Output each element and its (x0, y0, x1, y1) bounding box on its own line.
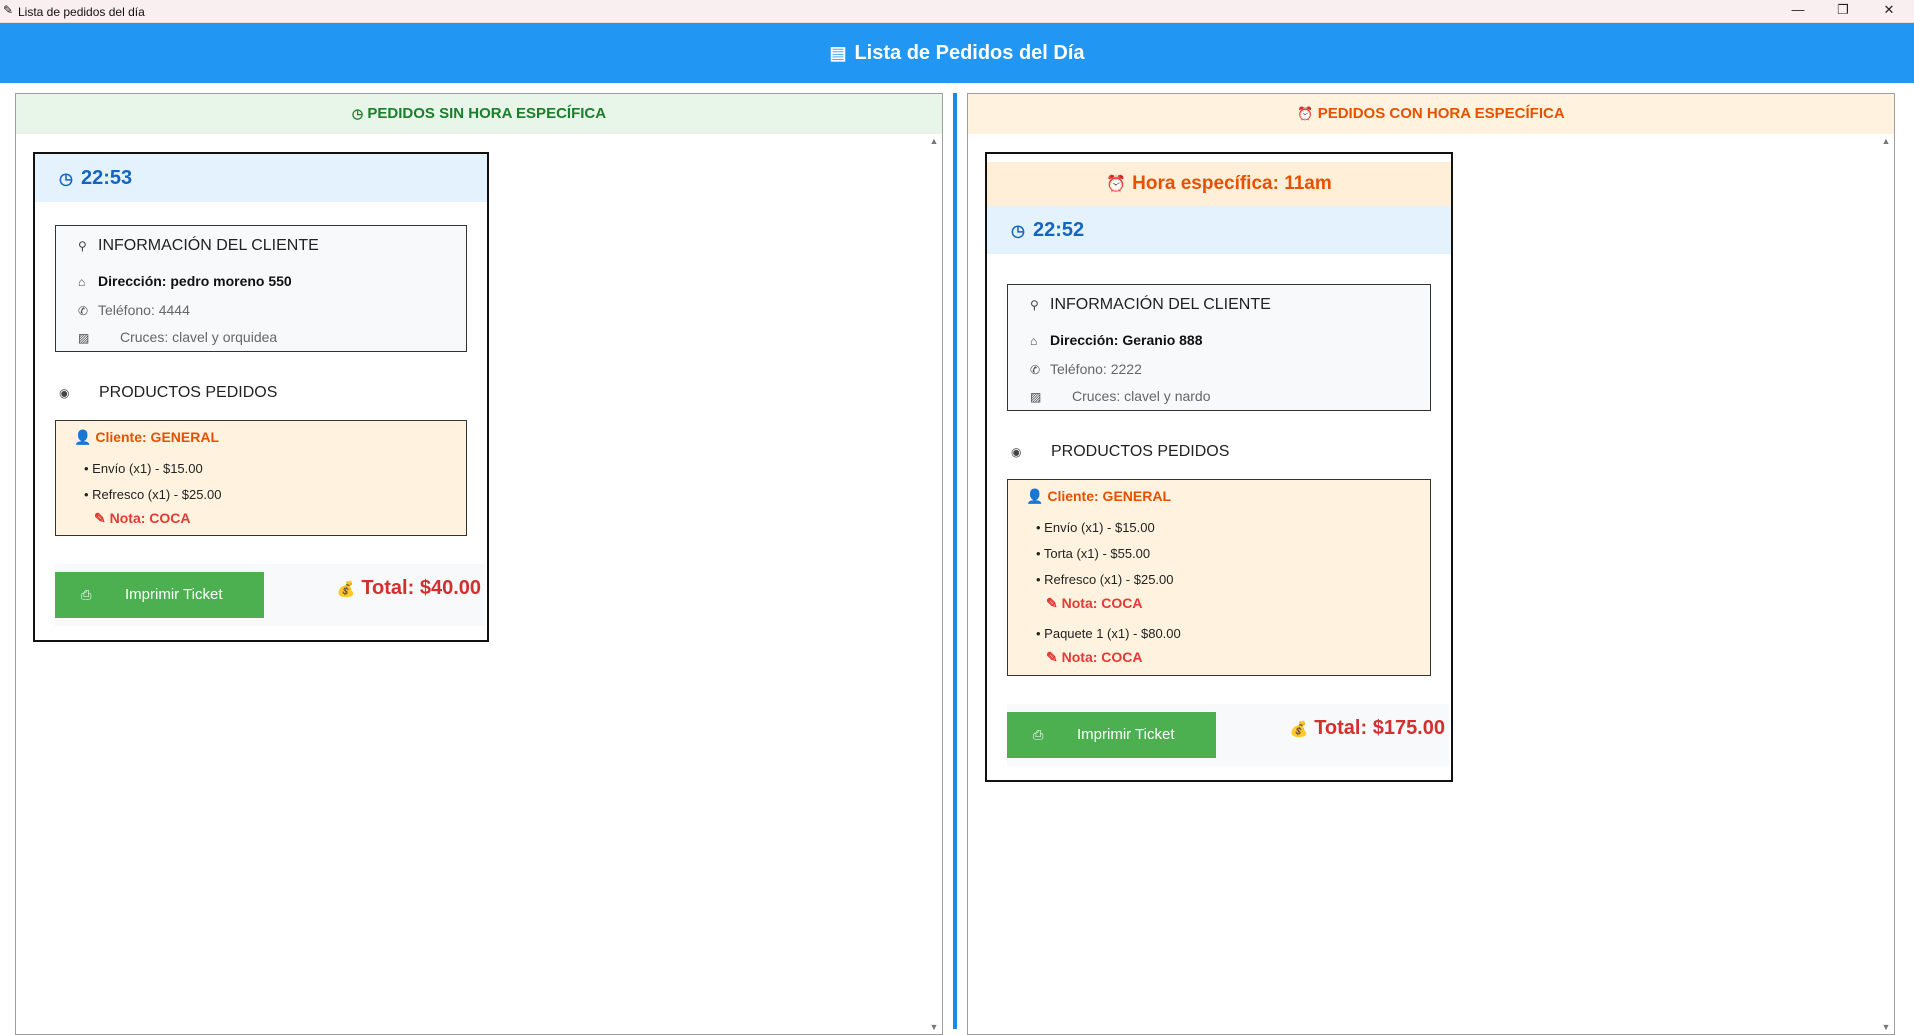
panel-title-sin-hora: PEDIDOS SIN HORA ESPECÍFICA (367, 105, 607, 122)
printer-icon: ⎙ (1033, 727, 1044, 742)
user-icon: 👤 (1026, 488, 1044, 504)
specific-time: Hora específica: 11am (1132, 173, 1332, 194)
client-cruces: Cruces: clavel y nardo (1072, 388, 1211, 404)
order-footer: ⎙ Imprimir Ticket 💰 Total: $40.00 (55, 564, 485, 626)
window-title: Lista de pedidos del día (18, 5, 145, 19)
products-title: PRODUCTOS PEDIDOS (99, 384, 278, 401)
print-ticket-label: Imprimir Ticket (125, 586, 223, 603)
note-icon: ✎ (1046, 649, 1058, 665)
clock-icon: ◷ (351, 106, 364, 121)
panel-con-hora: ⏰ PEDIDOS CON HORA ESPECÍFICA ▲ ▼ ⏰ Hora … (967, 93, 1895, 1035)
product-note: Nota: COCA (109, 510, 191, 526)
minimize-button[interactable]: — (1775, 0, 1821, 22)
note-icon: ✎ (94, 510, 106, 526)
products-box: 👤 Cliente: GENERAL • Envío (x1) - $15.00… (55, 420, 467, 536)
pin-icon: ⚲ (78, 239, 87, 253)
map-icon: ▨ (78, 331, 90, 345)
panel-header-sin-hora: ◷ PEDIDOS SIN HORA ESPECÍFICA (16, 94, 942, 134)
products-client: Cliente: GENERAL (95, 429, 220, 445)
print-ticket-button[interactable]: ⎙ Imprimir Ticket (55, 572, 264, 618)
order-time-row: ◷ 22:52 (987, 206, 1451, 254)
pin-icon: ⚲ (1030, 298, 1039, 312)
clock-icon: ◷ (59, 171, 73, 188)
order-time: 22:52 (1032, 219, 1085, 241)
client-phone: Teléfono: 4444 (98, 302, 190, 318)
scroll-down-arrow-icon[interactable]: ▼ (926, 1020, 942, 1034)
client-phone: Teléfono: 2222 (1050, 361, 1142, 377)
product-item: • Envío (x1) - $15.00 (1036, 520, 1155, 535)
order-total: 💰 Total: $175.00 (1290, 717, 1446, 740)
clock-icon: ◷ (1011, 223, 1025, 240)
map-icon: ▨ (1030, 390, 1042, 404)
alarm-icon: ⏰ (1297, 106, 1314, 121)
money-bag-icon: 💰 (1289, 721, 1309, 738)
client-info-box: ⚲ INFORMACIÓN DEL CLIENTE ⌂ Dirección: ped… (55, 225, 467, 352)
window-titlebar: ✎ Lista de pedidos del día — ❐ ✕ (0, 0, 1914, 23)
product-item: • Refresco (x1) - $25.00 (1036, 572, 1174, 587)
specific-time-row: ⏰ Hora específica: 11am (987, 162, 1451, 206)
products-box: 👤 Cliente: GENERAL • Envío (x1) - $15.00… (1007, 479, 1431, 676)
app-header: ▤ Lista de Pedidos del Día (0, 23, 1914, 83)
alarm-icon: ⏰ (1106, 176, 1127, 193)
products-heading: ◉ PRODUCTOS PEDIDOS (1011, 443, 1229, 461)
products-title: PRODUCTOS PEDIDOS (1051, 443, 1230, 460)
client-address: Dirección: Geranio 888 (1050, 332, 1203, 348)
note-icon: ✎ (1046, 595, 1058, 611)
user-icon: 👤 (74, 429, 92, 445)
panel-sin-hora: ◷ PEDIDOS SIN HORA ESPECÍFICA ▲ ▼ ◷ 22:53… (15, 93, 943, 1035)
client-info-box: ⚲ INFORMACIÓN DEL CLIENTE ⌂ Dirección: Ger… (1007, 284, 1431, 411)
product-note: Nota: COCA (1061, 649, 1143, 665)
scroll-up-arrow-icon[interactable]: ▲ (1878, 134, 1894, 148)
order-footer: ⎙ Imprimir Ticket 💰 Total: $175.00 (1007, 704, 1449, 766)
order-total-value: Total: $40.00 (361, 577, 481, 599)
phone-icon: ✆ (1030, 363, 1041, 377)
package-icon: ◉ (1011, 445, 1022, 459)
scroll-down-arrow-icon[interactable]: ▼ (1878, 1020, 1894, 1034)
phone-icon: ✆ (78, 304, 89, 318)
product-item: • Envío (x1) - $15.00 (84, 461, 203, 476)
client-info-title: INFORMACIÓN DEL CLIENTE (98, 237, 319, 254)
client-cruces: Cruces: clavel y orquidea (120, 329, 278, 345)
products-client: Cliente: GENERAL (1047, 488, 1172, 504)
house-icon: ⌂ (1030, 334, 1038, 348)
order-time: 22:53 (80, 167, 133, 189)
panel-header-con-hora: ⏰ PEDIDOS CON HORA ESPECÍFICA (968, 94, 1894, 134)
panel-title-con-hora: PEDIDOS CON HORA ESPECÍFICA (1317, 105, 1565, 122)
order-total-value: Total: $175.00 (1314, 717, 1445, 739)
products-heading: ◉ PRODUCTOS PEDIDOS (59, 384, 277, 402)
order-card: ◷ 22:53 ⚲ INFORMACIÓN DEL CLIENTE ⌂ Direcci… (33, 152, 489, 642)
app-feather-icon: ✎ (3, 3, 14, 17)
panel-divider (953, 93, 957, 1029)
print-ticket-label: Imprimir Ticket (1077, 726, 1175, 743)
order-total: 💰 Total: $40.00 (337, 577, 481, 600)
money-bag-icon: 💰 (336, 581, 356, 598)
order-time-row: ◷ 22:53 (35, 154, 487, 202)
product-item: • Paquete 1 (x1) - $80.00 (1036, 626, 1181, 641)
client-info-title: INFORMACIÓN DEL CLIENTE (1050, 296, 1271, 313)
scrollbar-left[interactable]: ▲ ▼ (926, 134, 942, 1034)
close-button[interactable]: ✕ (1866, 0, 1912, 22)
client-address: Dirección: pedro moreno 550 (98, 273, 292, 289)
product-item: • Torta (x1) - $55.00 (1036, 546, 1151, 561)
printer-icon: ⎙ (81, 587, 92, 602)
product-note: Nota: COCA (1061, 595, 1143, 611)
scroll-up-arrow-icon[interactable]: ▲ (926, 134, 942, 148)
scrollbar-right[interactable]: ▲ ▼ (1878, 134, 1894, 1034)
order-card: ⏰ Hora específica: 11am ◷ 22:52 ⚲ INFORMACI… (985, 152, 1453, 782)
receipt-icon: ▤ (829, 43, 847, 63)
product-item: • Refresco (x1) - $25.00 (84, 487, 222, 502)
restore-button[interactable]: ❐ (1820, 0, 1866, 22)
package-icon: ◉ (59, 386, 70, 400)
print-ticket-button[interactable]: ⎙ Imprimir Ticket (1007, 712, 1216, 758)
house-icon: ⌂ (78, 275, 86, 289)
page-title: Lista de Pedidos del Día (854, 42, 1085, 64)
